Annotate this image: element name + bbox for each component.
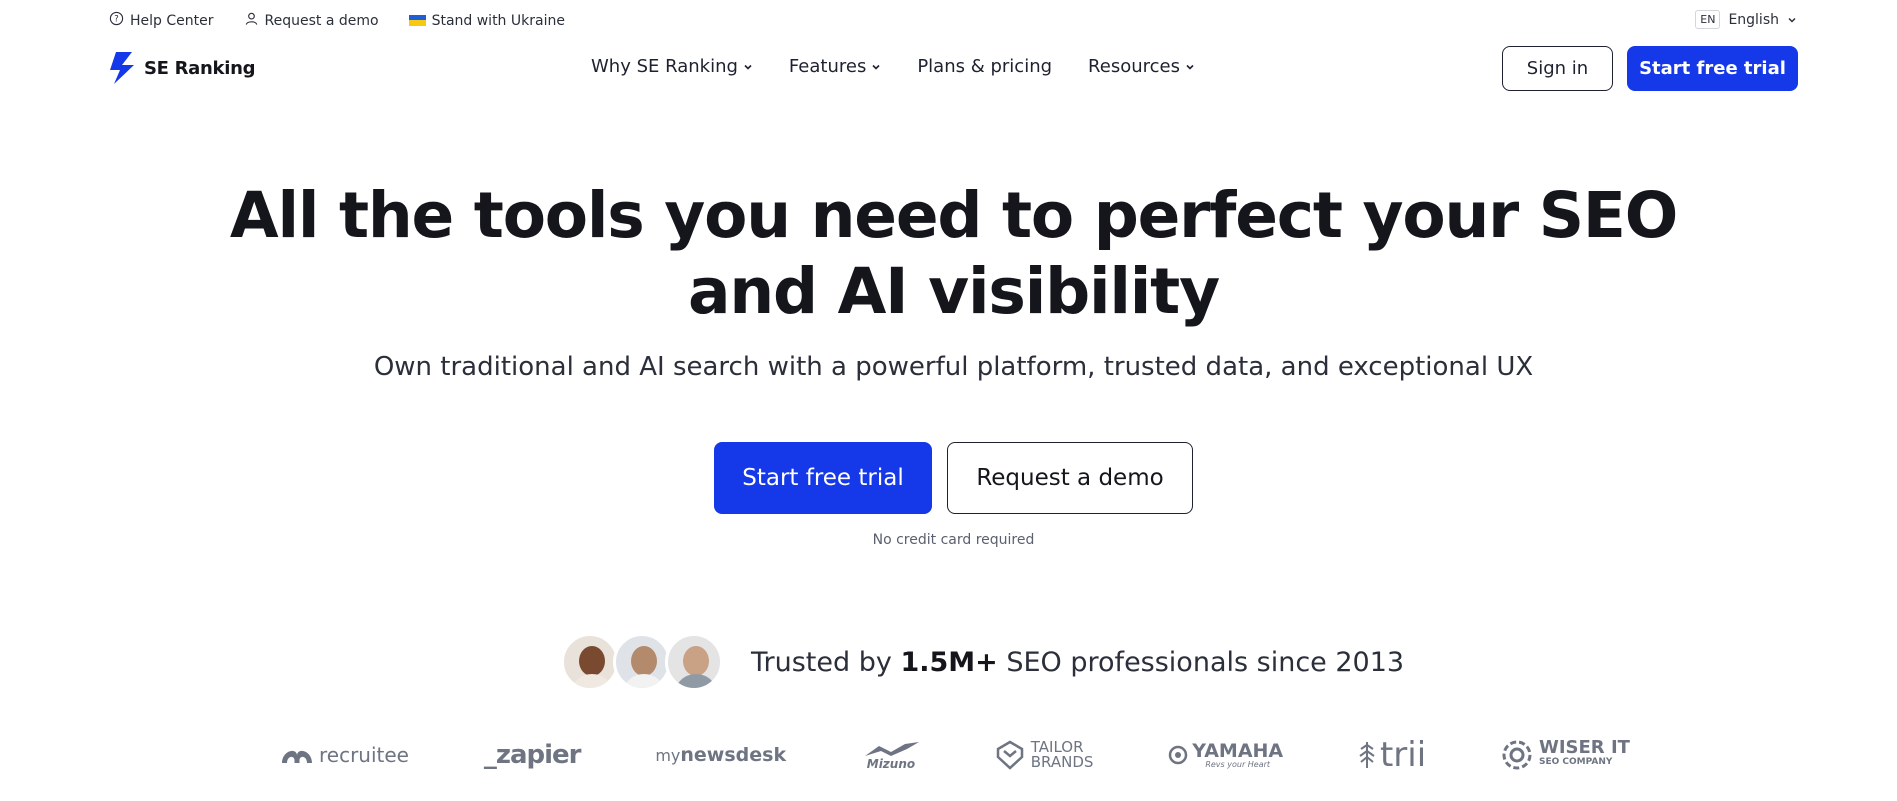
- top-utility-bar: ? Help Center Request a demo Stand with …: [0, 0, 1897, 42]
- client-logos: recruitee _zapier my newsdesk Mizuno TAIL…: [280, 733, 1630, 777]
- hero-title-line-1: All the tools you need to perfect your S…: [229, 179, 1678, 252]
- tailor-brands-line-2: BRANDS: [1030, 753, 1094, 771]
- recruitee-logo: recruitee: [280, 743, 409, 767]
- main-header: SE Ranking Why SE Ranking Features Plans…: [0, 42, 1897, 106]
- avatar: [561, 633, 619, 691]
- trii-logo: trii: [1358, 735, 1426, 775]
- ukraine-label: Stand with Ukraine: [431, 12, 565, 29]
- mynewsdesk-logo-text-b: newsdesk: [680, 744, 787, 766]
- trusted-by-section: Trusted by 1.5M+ SEO professionals since…: [561, 633, 1404, 691]
- chevron-down-icon: [1186, 64, 1194, 70]
- hero-cta-group: Start free trial Request a demo: [714, 442, 1193, 514]
- avatar-group: [561, 633, 723, 691]
- nav-features-label: Features: [788, 56, 867, 77]
- stand-with-ukraine-link[interactable]: Stand with Ukraine: [408, 12, 565, 29]
- nav-resources-label: Resources: [1088, 56, 1180, 77]
- help-center-label: Help Center: [130, 12, 214, 29]
- help-center-link[interactable]: ? Help Center: [109, 11, 214, 30]
- yamaha-logo: YAMAHA Revs your Heart: [1168, 739, 1284, 769]
- mynewsdesk-logo: my newsdesk: [655, 744, 786, 766]
- recruitee-logo-text: recruitee: [319, 743, 409, 767]
- sign-in-button[interactable]: Sign in: [1502, 46, 1613, 91]
- nav-features[interactable]: Features: [789, 56, 881, 77]
- hero-title-line-2: and AI visibility: [688, 255, 1220, 328]
- trusted-prefix: Trusted by: [751, 646, 892, 678]
- svg-text:?: ?: [114, 14, 118, 24]
- request-demo-button[interactable]: Request a demo: [947, 442, 1193, 514]
- trusted-suffix: SEO professionals since 2013: [1006, 646, 1405, 678]
- yamaha-logo-text: YAMAHA: [1192, 739, 1284, 762]
- main-nav: Why SE Ranking Features Plans & pricing …: [591, 56, 1195, 77]
- nav-why-se-ranking-label: Why SE Ranking: [591, 56, 738, 77]
- hero-subtitle: Own traditional and AI search with a pow…: [373, 352, 1534, 382]
- trusted-count: 1.5M+: [900, 646, 998, 678]
- utility-links: ? Help Center Request a demo Stand with …: [109, 11, 565, 30]
- avatar: [613, 633, 671, 691]
- se-ranking-logo-icon: [110, 52, 134, 84]
- nav-why-se-ranking[interactable]: Why SE Ranking: [591, 56, 753, 77]
- trusted-by-text: Trusted by 1.5M+ SEO professionals since…: [751, 647, 1404, 678]
- wiser-it-line-2: SEO COMPANY: [1539, 757, 1613, 767]
- nav-resources[interactable]: Resources: [1088, 56, 1195, 77]
- chevron-down-icon: [872, 64, 880, 70]
- language-code: EN: [1695, 10, 1721, 29]
- mizuno-logo: Mizuno: [861, 740, 921, 771]
- chevron-down-icon: [744, 64, 752, 70]
- mynewsdesk-logo-text-a: my: [655, 745, 681, 765]
- yamaha-tagline: Revs your Heart: [1205, 759, 1271, 769]
- tailor-brands-logo: TAILOR BRANDS: [996, 740, 1094, 771]
- wiser-it-line-1: WISER IT: [1539, 737, 1630, 758]
- zapier-logo-text: _zapier: [483, 740, 582, 770]
- hero-title: All the tools you need to perfect your S…: [0, 178, 1897, 330]
- language-label: English: [1728, 11, 1779, 28]
- language-selector[interactable]: EN English: [1695, 10, 1797, 29]
- zapier-logo: _zapier: [483, 740, 582, 770]
- chevron-down-icon: [1788, 17, 1796, 23]
- nav-plans-pricing[interactable]: Plans & pricing: [917, 56, 1052, 77]
- trii-logo-text: trii: [1379, 735, 1427, 775]
- question-circle-icon: ?: [109, 11, 124, 30]
- nav-plans-pricing-label: Plans & pricing: [917, 56, 1053, 77]
- start-free-trial-header-button[interactable]: Start free trial: [1627, 46, 1798, 91]
- user-icon: [244, 11, 259, 30]
- ukraine-flag-icon: [408, 15, 426, 26]
- logo-text: SE Ranking: [144, 57, 256, 79]
- no-credit-card-note: No credit card required: [872, 532, 1035, 548]
- request-demo-label: Request a demo: [264, 12, 379, 29]
- se-ranking-logo[interactable]: SE Ranking: [108, 51, 256, 85]
- avatar: [665, 633, 723, 691]
- start-free-trial-button[interactable]: Start free trial: [714, 442, 932, 514]
- mizuno-logo-text: Mizuno: [866, 756, 916, 771]
- request-demo-link[interactable]: Request a demo: [244, 11, 379, 30]
- wiser-it-logo: WISER IT SEO COMPANY: [1501, 738, 1630, 772]
